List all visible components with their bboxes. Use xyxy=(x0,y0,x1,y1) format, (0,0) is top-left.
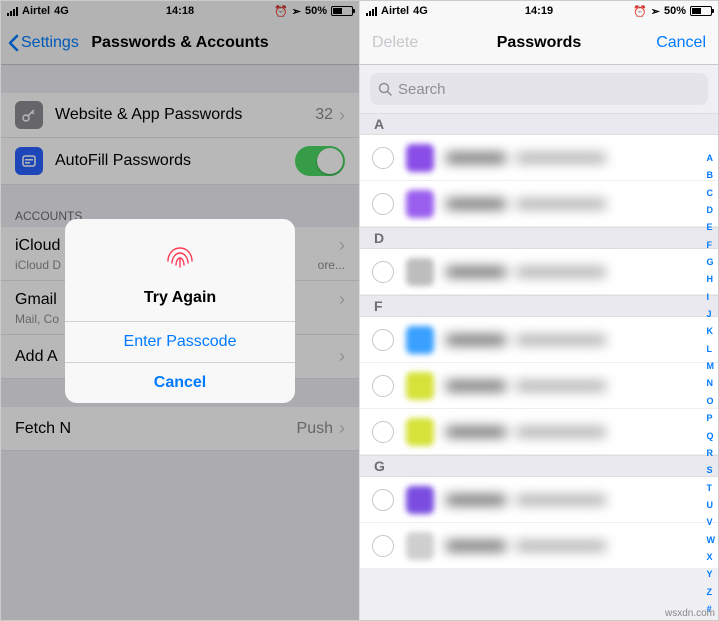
watermark: wsxdn.com xyxy=(665,608,715,619)
index-Q[interactable]: Q xyxy=(707,431,716,441)
search-icon xyxy=(378,82,392,96)
site-icon xyxy=(406,418,434,446)
index-D[interactable]: D xyxy=(707,205,716,215)
password-entry-text xyxy=(446,199,708,209)
index-T[interactable]: T xyxy=(707,483,716,493)
section-header-A: A xyxy=(360,113,718,135)
site-icon xyxy=(406,372,434,400)
nav-bar: Delete Passwords Cancel xyxy=(360,21,718,65)
password-list: ADFG xyxy=(360,113,718,569)
index-Y[interactable]: Y xyxy=(707,569,716,579)
cancel-button[interactable]: Cancel xyxy=(65,362,295,403)
password-entry-text xyxy=(446,495,708,505)
section-header-D: D xyxy=(360,227,718,249)
alert-title: Try Again xyxy=(79,289,281,307)
index-W[interactable]: W xyxy=(707,535,716,545)
index-U[interactable]: U xyxy=(707,500,716,510)
password-entry-text xyxy=(446,267,708,277)
index-H[interactable]: H xyxy=(707,274,716,284)
index-V[interactable]: V xyxy=(707,517,716,527)
index-Z[interactable]: Z xyxy=(707,587,716,597)
index-L[interactable]: L xyxy=(707,344,716,354)
enter-passcode-button[interactable]: Enter Passcode xyxy=(65,321,295,362)
select-radio[interactable] xyxy=(372,535,394,557)
index-A[interactable]: A xyxy=(707,153,716,163)
index-G[interactable]: G xyxy=(707,257,716,267)
fingerprint-icon xyxy=(160,237,200,277)
password-row[interactable] xyxy=(360,523,718,569)
index-B[interactable]: B xyxy=(707,170,716,180)
password-row[interactable] xyxy=(360,249,718,295)
index-rail[interactable]: ABCDEFGHIJKLMNOPQRSTUVWXYZ# xyxy=(705,151,718,616)
password-entry-text xyxy=(446,541,708,551)
index-S[interactable]: S xyxy=(707,465,716,475)
select-radio[interactable] xyxy=(372,193,394,215)
password-entry-text xyxy=(446,153,708,163)
select-radio[interactable] xyxy=(372,489,394,511)
cancel-button[interactable]: Cancel xyxy=(656,34,706,52)
site-icon xyxy=(406,532,434,560)
password-row[interactable] xyxy=(360,135,718,181)
password-row[interactable] xyxy=(360,409,718,455)
section-header-F: F xyxy=(360,295,718,317)
index-O[interactable]: O xyxy=(707,396,716,406)
index-J[interactable]: J xyxy=(707,309,716,319)
page-title: Passwords xyxy=(497,34,581,52)
index-M[interactable]: M xyxy=(707,361,716,371)
select-radio[interactable] xyxy=(372,329,394,351)
password-row[interactable] xyxy=(360,181,718,227)
password-row[interactable] xyxy=(360,317,718,363)
index-F[interactable]: F xyxy=(707,240,716,250)
password-row[interactable] xyxy=(360,363,718,409)
select-radio[interactable] xyxy=(372,375,394,397)
site-icon xyxy=(406,144,434,172)
touchid-alert: Try Again Enter Passcode Cancel xyxy=(65,219,295,403)
password-entry-text xyxy=(446,427,708,437)
password-row[interactable] xyxy=(360,477,718,523)
phone-right: Airtel 4G 14:19 ⏰ ➢ 50% Delete Passwords… xyxy=(360,1,718,620)
battery-icon xyxy=(690,6,712,16)
delete-button[interactable]: Delete xyxy=(372,34,418,52)
select-radio[interactable] xyxy=(372,147,394,169)
select-radio[interactable] xyxy=(372,261,394,283)
search-placeholder: Search xyxy=(398,81,446,98)
index-I[interactable]: I xyxy=(707,292,716,302)
modal-overlay: Try Again Enter Passcode Cancel xyxy=(1,1,359,620)
index-K[interactable]: K xyxy=(707,326,716,336)
site-icon xyxy=(406,190,434,218)
section-header-G: G xyxy=(360,455,718,477)
index-X[interactable]: X xyxy=(707,552,716,562)
password-entry-text xyxy=(446,381,708,391)
select-radio[interactable] xyxy=(372,421,394,443)
index-E[interactable]: E xyxy=(707,222,716,232)
index-P[interactable]: P xyxy=(707,413,716,423)
status-bar: Airtel 4G 14:19 ⏰ ➢ 50% xyxy=(360,1,718,21)
site-icon xyxy=(406,326,434,354)
site-icon xyxy=(406,258,434,286)
clock: 14:19 xyxy=(360,5,718,17)
phone-left: Airtel 4G 14:18 ⏰ ➢ 50% Settings Passwor… xyxy=(1,1,360,620)
index-R[interactable]: R xyxy=(707,448,716,458)
index-C[interactable]: C xyxy=(707,188,716,198)
search-input[interactable]: Search xyxy=(370,73,708,105)
index-N[interactable]: N xyxy=(707,378,716,388)
password-entry-text xyxy=(446,335,708,345)
site-icon xyxy=(406,486,434,514)
